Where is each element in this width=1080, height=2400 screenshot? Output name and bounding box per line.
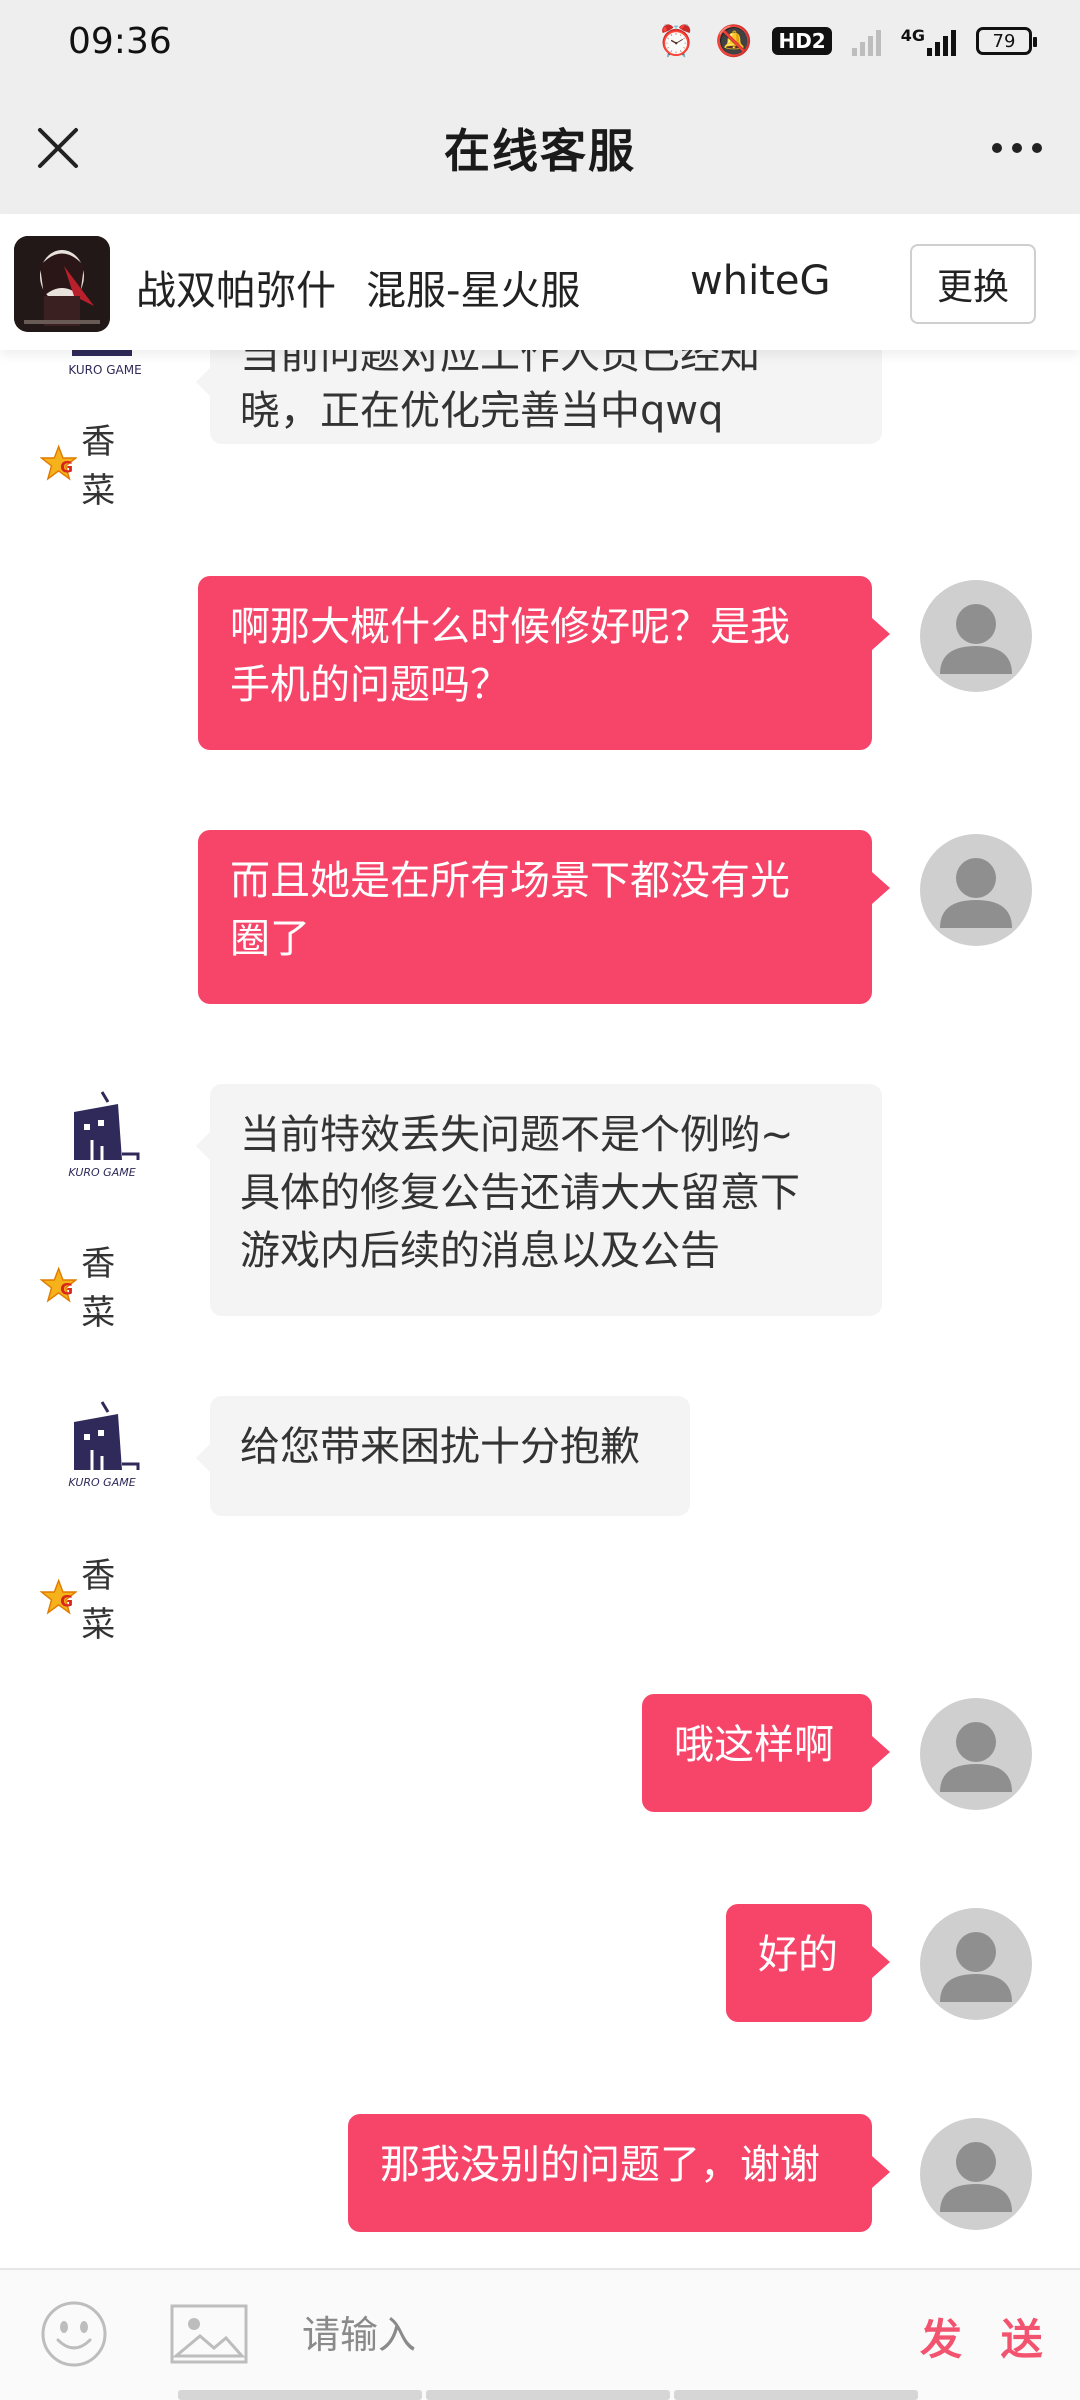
emoji-button[interactable] — [40, 2300, 108, 2368]
user-avatar-icon — [940, 858, 1012, 928]
chat-area[interactable]: KURO GAME G 香菜 当前问题对应工作人员已经知 晓，正在优化完善当中q… — [0, 350, 1080, 2268]
more-dot-icon — [992, 143, 1002, 153]
more-dot-icon — [1032, 143, 1042, 153]
page-title: 在线客服 — [444, 124, 636, 178]
kuro-game-logo: KURO GAME — [68, 1091, 140, 1179]
alarm-icon: ⏰ — [657, 23, 696, 59]
user-avatar[interactable] — [920, 1908, 1032, 2020]
role-name: whiteG — [690, 258, 831, 304]
star-badge-icon: G — [40, 444, 78, 481]
star-badge-icon: G — [40, 1578, 78, 1615]
user-avatar-icon — [940, 1722, 1012, 1792]
message-text-line: 游戏内后续的消息以及公告 — [240, 1228, 720, 1274]
agent-name: 香菜 — [81, 1556, 116, 1645]
agent-name: 香菜 — [81, 422, 116, 511]
status-icons: ⏰ 🔕 HD2 4G 79 — [657, 23, 1037, 59]
user-avatar-icon — [940, 2142, 1012, 2212]
status-bar: 09:36 ⏰ 🔕 HD2 4G 79 — [0, 0, 1080, 82]
message-text-line: 那我没别的问题了，谢谢 — [380, 2142, 820, 2188]
battery-level: 79 — [992, 30, 1016, 52]
home-indicator — [178, 2390, 918, 2400]
agent-badge: G 香菜 — [40, 1236, 130, 1334]
agent-name: 香菜 — [81, 1244, 116, 1333]
home-indicator-segment — [178, 2390, 422, 2400]
svg-text:KURO GAME: KURO GAME — [68, 363, 141, 377]
message-bubble: 啊那大概什么时候修好呢？是我 手机的问题吗？ — [198, 576, 890, 750]
message-input[interactable] — [300, 2298, 880, 2372]
battery-icon: 79 — [976, 27, 1037, 55]
input-bar: 发 送 — [0, 2268, 1080, 2400]
sim2-signal: 4G — [901, 26, 956, 56]
sim1-signal-icon — [851, 26, 881, 56]
user-avatar[interactable] — [920, 834, 1032, 946]
kuro-game-logo: KURO GAME — [68, 1401, 140, 1489]
user-avatar[interactable] — [920, 1698, 1032, 1810]
more-options-button[interactable] — [982, 120, 1052, 176]
sim2-signal-icon — [927, 26, 956, 56]
message-text-line: 具体的修复公告还请大大留意下 — [240, 1170, 800, 1216]
message-text-line: 圈了 — [230, 916, 310, 962]
header: 在线客服 — [0, 82, 1080, 214]
message-text-line: 而且她是在所有场景下都没有光 — [230, 858, 790, 904]
message-text-line: 当前问题对应工作人员已经知 — [240, 350, 760, 378]
message-bubble: 那我没别的问题了，谢谢 — [348, 2114, 890, 2232]
mute-icon: 🔕 — [715, 23, 753, 59]
close-icon — [38, 128, 78, 168]
svg-text:KURO GAME: KURO GAME — [68, 1476, 135, 1489]
status-time: 09:36 — [68, 20, 172, 62]
message-text-line: 哦这样啊 — [674, 1722, 834, 1768]
message-bubble: 而且她是在所有场景下都没有光 圈了 — [198, 830, 890, 1004]
user-avatar[interactable] — [920, 2118, 1032, 2230]
message-bubble: 好的 — [726, 1904, 890, 2022]
message-text-line: 好的 — [758, 1932, 838, 1978]
user-avatar-icon — [940, 604, 1012, 674]
home-indicator-segment — [674, 2390, 918, 2400]
agent-badge: G 香菜 — [40, 1548, 130, 1646]
more-dot-icon — [1012, 143, 1022, 153]
svg-text:G: G — [60, 1591, 73, 1610]
game-icon — [14, 236, 110, 332]
image-icon — [170, 2304, 248, 2364]
star-badge-icon: G — [40, 1266, 78, 1303]
user-avatar[interactable] — [920, 580, 1032, 692]
message-text-line: 晓，正在优化完善当中qwq — [240, 388, 724, 434]
message-bubble: 当前特效丢失问题不是个例哟~ 具体的修复公告还请大大留意下 游戏内后续的消息以及… — [196, 1084, 882, 1316]
smiley-icon — [41, 2301, 107, 2367]
message-bubble: 当前问题对应工作人员已经知 晓，正在优化完善当中qwq — [196, 350, 882, 444]
svg-text:G: G — [60, 1279, 73, 1298]
close-button[interactable] — [30, 120, 86, 176]
server-name: 混服-星火服 — [366, 268, 581, 314]
home-indicator-segment — [426, 2390, 670, 2400]
svg-text:KURO GAME: KURO GAME — [68, 1166, 135, 1179]
send-button[interactable]: 发 送 — [920, 2306, 1055, 2367]
message-bubble: 给您带来困扰十分抱歉 — [196, 1396, 690, 1516]
user-avatar-icon — [940, 1932, 1012, 2002]
message-text-line: 给您带来困扰十分抱歉 — [240, 1424, 640, 1470]
kuro-game-logo: KURO GAME — [68, 350, 142, 377]
message-text-line: 手机的问题吗？ — [230, 662, 510, 708]
message-text-line: 当前特效丢失问题不是个例哟~ — [240, 1112, 794, 1158]
change-role-button[interactable]: 更换 — [910, 244, 1036, 324]
hd-badge: HD2 — [772, 27, 832, 55]
message-bubble: 哦这样啊 — [642, 1694, 890, 1812]
network-type: 4G — [900, 26, 925, 45]
svg-text:G: G — [60, 457, 73, 476]
image-button[interactable] — [170, 2304, 248, 2364]
game-name: 战双帕弥什 — [136, 268, 336, 314]
message-text-line: 啊那大概什么时候修好呢？是我 — [230, 604, 790, 650]
agent-badge: G 香菜 — [40, 414, 130, 512]
